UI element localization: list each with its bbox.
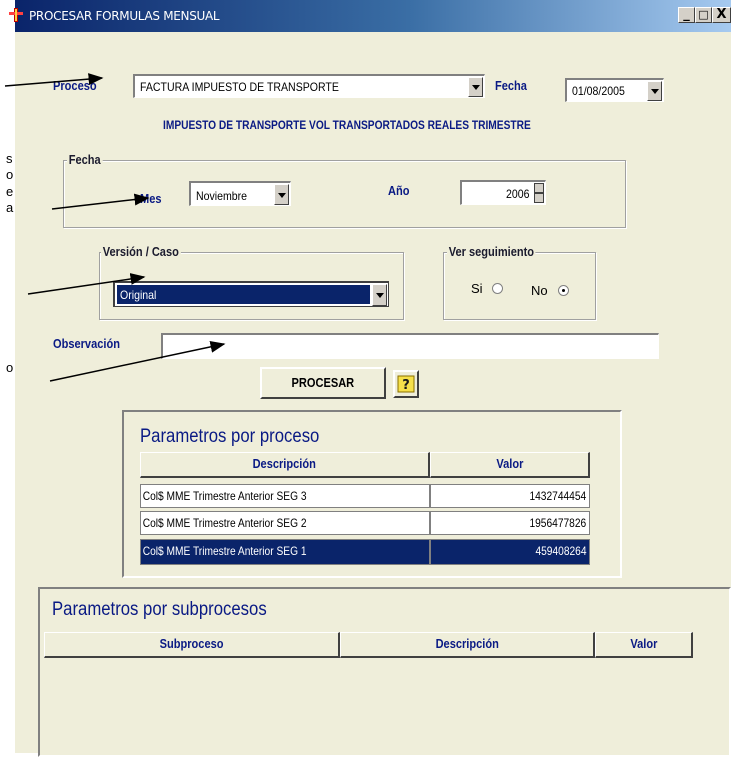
table-row-desc-selected[interactable]: Col$ MME Trimestre Anterior SEG 1 [140,539,430,565]
version-value: Original [120,288,157,302]
version-legend: Versión / Caso [101,244,181,259]
document-margin: s o e a o [0,0,15,753]
fecha-select[interactable]: 01/08/2005 [565,78,664,102]
col-header-label: Descripción [252,456,317,471]
mes-label: Mes [140,191,162,206]
parametros-proceso-panel: Parametros por proceso Descripción Valor… [122,410,622,578]
cell-text: Col$ MME Trimestre Anterior SEG 3 [142,489,307,503]
parametros-proceso-title: Parametros por proceso [140,426,320,447]
chevron-down-icon[interactable] [647,81,662,101]
proceso-select[interactable]: FACTURA IMPUESTO DE TRANSPORTE [133,74,485,98]
anio-value: 2006 [506,187,530,201]
title-bar[interactable]: PROCESAR FORMULAS MENSUAL _ □ X [9,0,731,32]
seguimiento-groupbox [443,252,596,320]
chevron-down-icon[interactable] [468,77,483,97]
parametros-subprocesos-panel: Parametros por subprocesos Subproceso De… [38,587,731,757]
process-description: IMPUESTO DE TRANSPORTE VOL TRANSPORTADOS… [163,118,531,132]
fecha-group-legend: Fecha [67,152,103,167]
cell-text: 1956477826 [529,516,587,530]
close-button[interactable]: X [712,7,731,23]
doc-letter: s [6,151,13,166]
cell-text: Col$ MME Trimestre Anterior SEG 2 [142,516,307,530]
app-window: PROCESAR FORMULAS MENSUAL _ □ X Proceso … [9,0,731,757]
col-header-valor[interactable]: Valor [430,452,590,478]
spin-up-icon[interactable] [534,183,544,193]
help-button[interactable]: ? [393,370,419,398]
svg-text:?: ? [402,378,410,393]
table-row-valor-selected[interactable]: 459408264 [430,539,590,565]
mes-select[interactable]: Noviembre [189,181,291,206]
proceso-value: FACTURA IMPUESTO DE TRANSPORTE [140,80,339,94]
table-row-valor[interactable]: 1956477826 [430,511,590,535]
si-radio[interactable] [492,283,503,294]
procesar-label: PROCESAR [291,375,355,390]
maximize-button[interactable]: □ [695,7,712,23]
table-row-desc[interactable]: Col$ MME Trimestre Anterior SEG 3 [140,484,430,508]
help-icon: ? [397,375,415,393]
app-icon [9,8,23,22]
cell-text: Col$ MME Trimestre Anterior SEG 1 [142,544,307,558]
anio-spinner[interactable]: 2006 [460,180,546,205]
no-label: No [531,283,548,298]
spin-down-icon[interactable] [534,193,544,203]
col-header-descripcion[interactable]: Descripción [140,452,430,478]
col-header-label: Valor [629,636,658,651]
si-label: Si [471,281,483,296]
window-title: PROCESAR FORMULAS MENSUAL [29,9,220,23]
cell-text: 459408264 [535,544,587,558]
col-header-valor[interactable]: Valor [595,632,693,658]
col-header-label: Descripción [435,636,499,651]
mes-value: Noviembre [196,189,248,203]
chevron-down-icon[interactable] [274,184,289,205]
col-header-subproceso[interactable]: Subproceso [44,632,340,658]
minimize-button[interactable]: _ [678,7,695,23]
cell-text: 1432744454 [529,489,587,503]
doc-letter: o [6,167,14,182]
version-select[interactable]: Original [113,281,389,307]
observacion-input[interactable] [161,333,659,359]
procesar-button[interactable]: PROCESAR [260,367,386,399]
table-row-valor[interactable]: 1432744454 [430,484,590,508]
col-header-label: Valor [495,456,524,471]
proceso-label: Proceso [53,78,97,93]
chevron-down-icon[interactable] [372,284,387,306]
observacion-label: Observación [53,336,120,351]
seguimiento-legend: Ver seguimiento [447,244,536,259]
anio-label: Año [388,183,410,198]
fecha-top-label: Fecha [495,78,527,93]
col-header-label: Subproceso [159,636,224,651]
table-row-desc[interactable]: Col$ MME Trimestre Anterior SEG 2 [140,511,430,535]
no-radio[interactable] [558,285,569,296]
col-header-descripcion[interactable]: Descripción [340,632,595,658]
parametros-subprocesos-title: Parametros por subprocesos [52,599,267,620]
doc-letter: e [6,184,14,199]
doc-letter: a [6,200,14,215]
fecha-value: 01/08/2005 [572,84,625,98]
doc-letter: o [6,360,14,375]
